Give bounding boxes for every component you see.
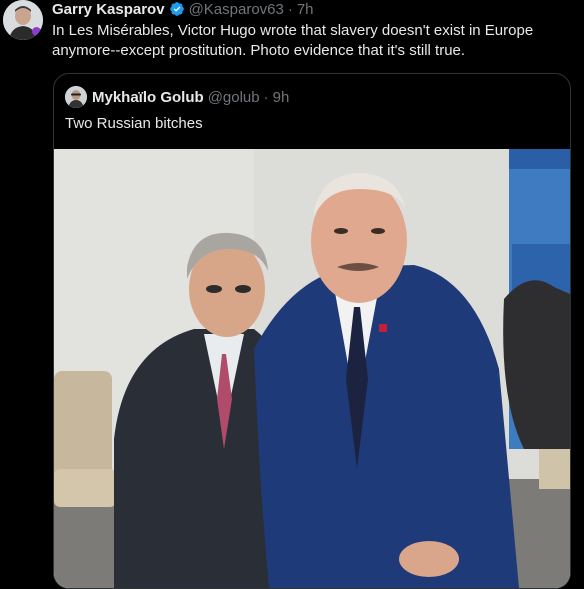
- quoted-author-avatar: [65, 86, 87, 108]
- author-avatar[interactable]: [3, 0, 43, 40]
- quoted-tweet-photo[interactable]: [54, 149, 570, 588]
- quoted-tweet[interactable]: Mykhaïlo Golub @golub · 9h Two Russian b…: [53, 73, 571, 589]
- quoted-timestamp: 9h: [272, 88, 290, 106]
- author-handle[interactable]: @Kasparov63: [189, 1, 284, 18]
- photo-two-men-image: [54, 149, 570, 588]
- quoted-separator-dot: ·: [263, 88, 269, 106]
- verified-badge-icon[interactable]: [169, 1, 185, 17]
- quoted-author-handle: @golub: [207, 88, 260, 106]
- tweet-header: Garry Kasparov @Kasparov63 · 7h: [52, 0, 314, 18]
- quoted-tweet-header: Mykhaïlo Golub @golub · 9h: [65, 86, 289, 108]
- tweet-timestamp[interactable]: 7h: [297, 1, 314, 18]
- author-name[interactable]: Garry Kasparov: [52, 1, 165, 18]
- quoted-tweet-text: Two Russian bitches: [65, 115, 203, 132]
- tweet[interactable]: Garry Kasparov @Kasparov63 · 7h In Les M…: [0, 0, 584, 589]
- quoted-author-name: Mykhaïlo Golub: [92, 88, 204, 106]
- avatar-badge: [32, 27, 41, 36]
- separator-dot: ·: [287, 0, 293, 18]
- tweet-text: In Les Misérables, Victor Hugo wrote tha…: [52, 22, 534, 59]
